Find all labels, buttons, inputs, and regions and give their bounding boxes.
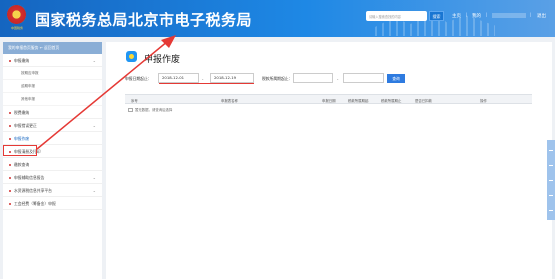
site-title: 国家税务总局北京市电子税务局 bbox=[35, 11, 253, 29]
sidebar-item-water-tax[interactable]: 水资源税信息共享平台 ⌄ bbox=[3, 184, 102, 197]
column-header: 操作 bbox=[480, 99, 487, 103]
search-button[interactable]: 搜索 bbox=[429, 11, 444, 21]
column-header: 是否已扣款 bbox=[415, 99, 432, 103]
period-range-label: 税款所属期起止： bbox=[262, 76, 293, 81]
header-divider: | bbox=[530, 13, 532, 18]
emblem-caption: 中国税务 bbox=[10, 26, 23, 30]
column-header: 税款所属期止 bbox=[381, 99, 402, 103]
header-divider: | bbox=[466, 13, 468, 18]
sidebar-item-aux-report[interactable]: 申报辅助信息报告 ⌄ bbox=[3, 171, 102, 184]
bullet-icon bbox=[9, 60, 11, 62]
tab-line bbox=[549, 165, 553, 166]
side-floating-tab[interactable] bbox=[547, 140, 555, 220]
header-divider: | bbox=[486, 13, 488, 18]
tab-line bbox=[549, 210, 553, 211]
header-bar: 中国税务 国家税务总局北京市电子税务局 请输入搜索查找的内容 搜索 主页 | 我… bbox=[0, 0, 555, 37]
chevron-down-icon: ⌄ bbox=[92, 188, 96, 193]
chevron-down-icon: ⌄ bbox=[92, 175, 96, 180]
bullet-icon bbox=[9, 164, 11, 166]
home-link[interactable]: 主页 bbox=[452, 13, 461, 19]
bullet-icon bbox=[9, 203, 11, 205]
sidebar-item-payment-query[interactable]: 缴款查询 bbox=[3, 158, 102, 171]
bullet-icon bbox=[9, 177, 11, 179]
column-header: 申报日期 bbox=[322, 99, 336, 103]
my-link[interactable]: 我的 bbox=[472, 13, 481, 19]
period-end-input[interactable] bbox=[343, 73, 384, 83]
period-range-separator: - bbox=[337, 76, 339, 81]
bullet-icon bbox=[9, 190, 11, 192]
bullet-icon bbox=[9, 138, 11, 140]
arrow-line bbox=[36, 40, 169, 150]
annotation-arrow bbox=[36, 35, 176, 150]
username-field[interactable] bbox=[492, 13, 526, 18]
tab-line bbox=[549, 195, 553, 196]
query-button[interactable]: 查询 bbox=[387, 74, 405, 83]
search-input[interactable]: 请输入搜索查找的内容 bbox=[366, 11, 427, 21]
tab-line bbox=[549, 150, 553, 151]
period-start-input[interactable] bbox=[293, 73, 333, 83]
bullet-icon bbox=[9, 125, 11, 127]
tab-line bbox=[549, 180, 553, 181]
bullet-icon bbox=[9, 112, 11, 114]
logout-link[interactable]: 退出 bbox=[537, 13, 546, 19]
sidebar-item-union-fee[interactable]: 工会经费（筹备金）申报 bbox=[3, 197, 102, 210]
tax-emblem-icon bbox=[7, 5, 26, 24]
column-header: 税款所属期起 bbox=[348, 99, 369, 103]
